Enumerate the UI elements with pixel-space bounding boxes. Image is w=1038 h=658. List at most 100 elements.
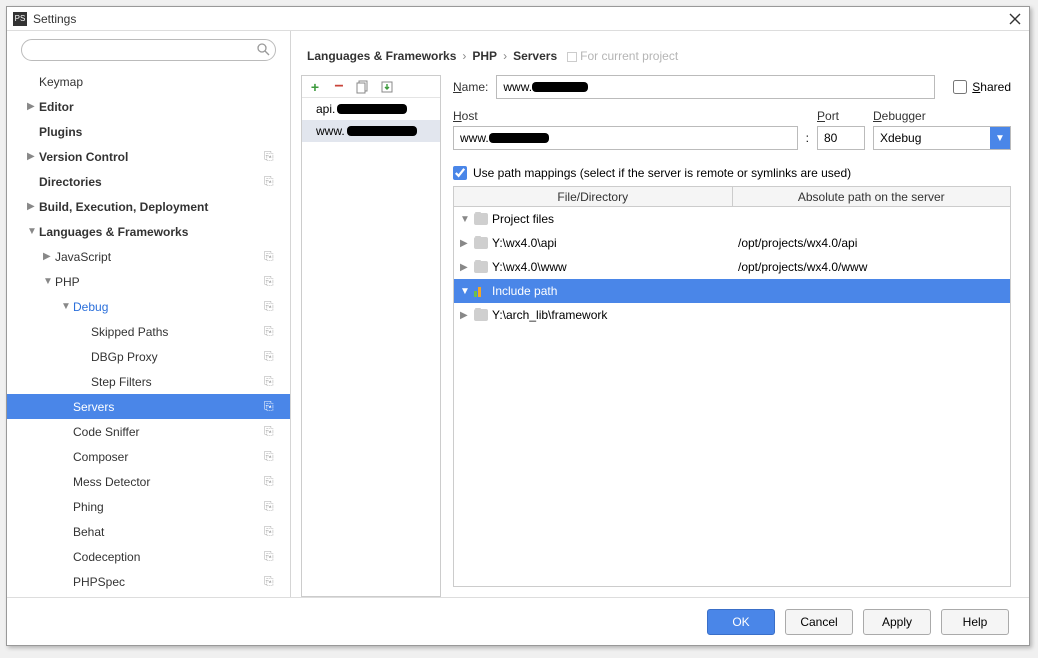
expand-icon[interactable]: ▶ xyxy=(460,310,470,321)
port-input[interactable] xyxy=(817,126,865,150)
sidebar-item-servers[interactable]: Servers⎘ xyxy=(7,394,290,419)
mapping-row[interactable]: ▼Project files xyxy=(454,207,1010,231)
server-list-item[interactable]: www. xyxy=(302,120,440,142)
sidebar-item-label: Languages & Frameworks xyxy=(39,225,264,239)
crumb-2: Servers xyxy=(513,49,557,63)
sidebar-item-label: Code Sniffer xyxy=(73,425,264,439)
expand-icon[interactable]: ▼ xyxy=(460,214,470,225)
sidebar-item-label: Servers xyxy=(73,400,264,414)
redacted-text xyxy=(337,104,407,114)
help-button[interactable]: Help xyxy=(941,609,1009,635)
cancel-button[interactable]: Cancel xyxy=(785,609,853,635)
mapping-row[interactable]: ▶Y:\arch_lib\framework xyxy=(454,303,1010,327)
sidebar-item-skipped-paths[interactable]: Skipped Paths⎘ xyxy=(7,319,290,344)
expand-icon: ▶ xyxy=(27,201,39,212)
copy-icon[interactable] xyxy=(356,80,370,94)
sidebar-item-php[interactable]: ▼PHP⎘ xyxy=(7,269,290,294)
expand-icon: ▼ xyxy=(61,301,73,312)
sidebar-item-phpspec[interactable]: PHPSpec⎘ xyxy=(7,569,290,594)
import-icon[interactable] xyxy=(380,80,394,94)
host-input[interactable]: www. xyxy=(453,126,798,150)
sidebar-item-plugins[interactable]: Plugins xyxy=(7,119,290,144)
path-mappings-checkbox[interactable]: Use path mappings (select if the server … xyxy=(453,166,1011,180)
scope-badge-icon: ⎘ xyxy=(264,449,280,464)
debugger-select[interactable]: Xdebug ▼ xyxy=(873,126,1011,150)
col-absolute-path: Absolute path on the server xyxy=(733,187,1011,206)
crumb-sep: › xyxy=(503,49,507,63)
expand-icon: ▶ xyxy=(27,101,39,112)
scope-badge-icon: ⎘ xyxy=(264,174,280,189)
mapping-row[interactable]: ▼Include path xyxy=(454,279,1010,303)
settings-dialog: PS Settings Keymap▶EditorPlugins▶Version… xyxy=(6,6,1030,646)
scope-badge-icon: ⎘ xyxy=(264,324,280,339)
sidebar-item-mess-detector[interactable]: Mess Detector⎘ xyxy=(7,469,290,494)
settings-content: Languages & Frameworks › PHP › Servers F… xyxy=(291,31,1029,597)
apply-button[interactable]: Apply xyxy=(863,609,931,635)
sidebar-item-code-sniffer[interactable]: Code Sniffer⎘ xyxy=(7,419,290,444)
sidebar-item-label: PHPSpec xyxy=(73,575,264,589)
sidebar-item-label: Composer xyxy=(73,450,264,464)
sidebar-item-version-control[interactable]: ▶Version Control⎘ xyxy=(7,144,290,169)
expand-icon: ▼ xyxy=(27,226,39,237)
sidebar-item-label: Build, Execution, Deployment xyxy=(39,200,264,214)
sidebar-item-label: Version Control xyxy=(39,150,264,164)
host-port-colon: : xyxy=(806,131,809,150)
debugger-label: Debugger xyxy=(873,109,1011,123)
mapping-row[interactable]: ▶Y:\wx4.0\api/opt/projects/wx4.0/api xyxy=(454,231,1010,255)
scope-badge-icon: ⎘ xyxy=(264,424,280,439)
sidebar-item-label: DBGp Proxy xyxy=(91,350,264,364)
scope-badge-icon: ⎘ xyxy=(264,349,280,364)
sidebar-item-languages-frameworks[interactable]: ▼Languages & Frameworks xyxy=(7,219,290,244)
expand-icon: ▼ xyxy=(43,276,55,287)
redacted-text xyxy=(347,126,417,136)
scope-icon xyxy=(567,52,577,62)
sidebar-item-javascript[interactable]: ▶JavaScript⎘ xyxy=(7,244,290,269)
name-input[interactable]: www. xyxy=(496,75,935,99)
ok-button[interactable]: OK xyxy=(707,609,775,635)
sidebar-item-directories[interactable]: Directories⎘ xyxy=(7,169,290,194)
scope-badge-icon: ⎘ xyxy=(264,499,280,514)
cell-absolute-path[interactable]: /opt/projects/wx4.0/www xyxy=(732,260,1010,274)
sidebar-item-composer[interactable]: Composer⎘ xyxy=(7,444,290,469)
sidebar-item-keymap[interactable]: Keymap xyxy=(7,69,290,94)
sidebar-item-label: Behat xyxy=(73,525,264,539)
path-mappings-checkbox-input[interactable] xyxy=(453,166,467,180)
cell-file-directory: ▶Y:\wx4.0\www xyxy=(454,260,732,274)
crumb-0: Languages & Frameworks xyxy=(307,49,456,63)
sidebar-item-dbgp-proxy[interactable]: DBGp Proxy⎘ xyxy=(7,344,290,369)
search-icon xyxy=(256,42,270,59)
cell-absolute-path[interactable]: /opt/projects/wx4.0/api xyxy=(732,236,1010,250)
sidebar-item-label: Plugins xyxy=(39,125,264,139)
redacted-text xyxy=(489,133,549,143)
shared-checkbox[interactable]: Shared xyxy=(953,80,1011,94)
mapping-row[interactable]: ▶Y:\wx4.0\www/opt/projects/wx4.0/www xyxy=(454,255,1010,279)
sidebar-item-label: PHP xyxy=(55,275,264,289)
table-body: ▼Project files▶Y:\wx4.0\api/opt/projects… xyxy=(454,207,1010,586)
col-file-directory: File/Directory xyxy=(454,187,733,206)
search-input[interactable] xyxy=(21,39,276,61)
server-list-toolbar: + − xyxy=(302,76,440,98)
close-icon[interactable] xyxy=(1007,11,1023,27)
folder-icon xyxy=(474,309,488,321)
remove-icon[interactable]: − xyxy=(332,80,346,94)
shared-checkbox-input[interactable] xyxy=(953,80,967,94)
add-icon[interactable]: + xyxy=(308,80,322,94)
chevron-down-icon: ▼ xyxy=(990,127,1010,149)
sidebar-item-phing[interactable]: Phing⎘ xyxy=(7,494,290,519)
sidebar-item-editor[interactable]: ▶Editor xyxy=(7,94,290,119)
expand-icon[interactable]: ▼ xyxy=(460,286,470,297)
expand-icon[interactable]: ▶ xyxy=(460,238,470,249)
sidebar-item-behat[interactable]: Behat⎘ xyxy=(7,519,290,544)
sidebar-item-step-filters[interactable]: Step Filters⎘ xyxy=(7,369,290,394)
scope-badge-icon: ⎘ xyxy=(264,299,280,314)
scope-badge-icon: ⎘ xyxy=(264,374,280,389)
sidebar-item-label: Step Filters xyxy=(91,375,264,389)
sidebar-item-debug[interactable]: ▼Debug⎘ xyxy=(7,294,290,319)
folder-icon xyxy=(474,261,488,273)
sidebar-item-build-execution-deployment[interactable]: ▶Build, Execution, Deployment xyxy=(7,194,290,219)
scope-badge-icon: ⎘ xyxy=(264,574,280,589)
sidebar-item-label: Editor xyxy=(39,100,264,114)
expand-icon[interactable]: ▶ xyxy=(460,262,470,273)
server-list-item[interactable]: api. xyxy=(302,98,440,120)
sidebar-item-codeception[interactable]: Codeception⎘ xyxy=(7,544,290,569)
